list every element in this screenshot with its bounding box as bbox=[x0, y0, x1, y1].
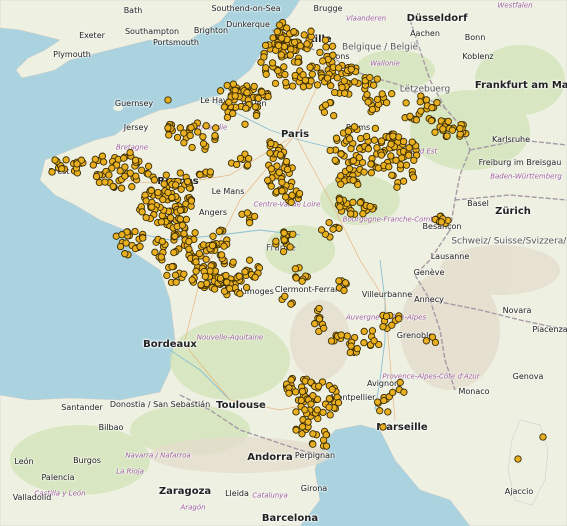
city-label: Zaragoza bbox=[158, 486, 212, 497]
city-label: Villeurbanne bbox=[361, 290, 413, 299]
region-label: Nouvelle-Aquitaine bbox=[196, 333, 264, 342]
city-label: Clermont-Ferrand bbox=[274, 285, 346, 294]
region-label: Baden-Württemberg bbox=[490, 172, 562, 181]
city-label: Reims bbox=[345, 123, 371, 132]
country-label: Schweiz/ Suisse/Svizzera/ Svizra bbox=[451, 236, 567, 247]
city-label: Monaco bbox=[458, 387, 490, 396]
city-label: Mons bbox=[328, 52, 350, 61]
region-label: Bretagne bbox=[115, 143, 149, 152]
city-label: Ajaccio bbox=[504, 487, 534, 496]
country-label: Belgique / België bbox=[341, 42, 419, 53]
city-label: Brighton bbox=[193, 26, 229, 35]
city-label: Andorra bbox=[247, 452, 293, 463]
city-label: Grenoble bbox=[396, 331, 434, 340]
city-label: Bonn bbox=[464, 33, 486, 42]
city-label: Paris bbox=[280, 129, 310, 140]
region-label: Centre-Val de Loire bbox=[253, 200, 321, 209]
city-label: Palencia bbox=[41, 473, 75, 482]
city-label: Portsmouth bbox=[153, 38, 199, 47]
city-label: Rouen bbox=[241, 99, 267, 108]
city-label: Southampton bbox=[124, 27, 180, 36]
city-label: León bbox=[14, 457, 34, 466]
region-label: Grand Est bbox=[402, 147, 438, 156]
city-label: Brest bbox=[48, 167, 70, 176]
city-label: Lille bbox=[308, 34, 332, 45]
region-label: Catalunya bbox=[252, 491, 288, 500]
basemap bbox=[0, 0, 567, 526]
city-label: Le Havre bbox=[200, 96, 236, 105]
city-label: Barcelona bbox=[261, 513, 319, 524]
city-label: Plymouth bbox=[53, 50, 91, 59]
city-label: Aachen bbox=[410, 29, 440, 38]
city-label: Bilbao bbox=[98, 423, 124, 432]
city-label: Genève bbox=[413, 268, 445, 277]
city-label: Perpignan bbox=[294, 451, 336, 460]
region-label: Westfalen bbox=[497, 1, 533, 10]
city-label: Piacenza bbox=[532, 325, 567, 334]
city-label: Zürich bbox=[495, 206, 531, 217]
city-label: Koblenz bbox=[462, 52, 494, 61]
city-label: Exeter bbox=[79, 31, 105, 40]
city-label: Jersey bbox=[123, 123, 149, 132]
city-label: Burgos bbox=[73, 456, 101, 465]
country-label: Lëtzebuerg bbox=[399, 84, 451, 95]
city-label: Bordeaux bbox=[143, 339, 197, 350]
city-label: Angers bbox=[199, 208, 227, 217]
region-label: Aragón bbox=[180, 503, 206, 512]
city-label: Southend-on-Sea bbox=[211, 4, 281, 13]
region-label: Wallonie bbox=[370, 59, 400, 68]
region-label: Normandie bbox=[188, 123, 228, 132]
city-label: Novara bbox=[502, 306, 532, 315]
city-label: Le Mans bbox=[211, 187, 245, 196]
city-label: Dunkerque bbox=[226, 20, 270, 29]
city-label: Freiburg im Breisgau bbox=[478, 158, 562, 167]
city-label: Annecy bbox=[414, 295, 444, 304]
city-label: Düsseldorf bbox=[406, 13, 468, 24]
city-label: Lausanne bbox=[430, 252, 470, 261]
city-label: Lleida bbox=[225, 489, 249, 498]
city-label: Genova bbox=[512, 372, 544, 381]
city-label: Guernsey bbox=[114, 99, 154, 108]
city-label: Rennes bbox=[157, 176, 199, 187]
city-label: Avignon bbox=[366, 379, 400, 388]
region-label: Navarra / Nafarroa bbox=[125, 451, 191, 460]
map-canvas[interactable]: Bath Southend-on-Sea Dunkerque Brugge Vl… bbox=[0, 0, 567, 526]
city-label: Santander bbox=[61, 403, 103, 412]
city-label: Montpellier bbox=[330, 393, 376, 402]
city-label: Girona bbox=[300, 484, 328, 493]
city-label: Bath bbox=[123, 6, 143, 15]
region-label: La Rioja bbox=[116, 467, 144, 476]
city-label: Toulouse bbox=[216, 400, 266, 411]
city-label: Marseille bbox=[376, 422, 428, 433]
city-label: Karlsruhe bbox=[491, 135, 531, 144]
city-label: Frankfurt am Main bbox=[474, 80, 567, 91]
city-label: Besançon bbox=[422, 222, 462, 231]
region-label: Auvergne-Rhône-Alpes bbox=[345, 313, 427, 322]
city-label: Basel bbox=[467, 199, 489, 208]
city-label: Limoges bbox=[240, 287, 274, 296]
city-label: Brugge bbox=[313, 4, 343, 13]
city-label: Donostia / San Sebastián bbox=[109, 400, 211, 409]
city-label: Valladolid bbox=[12, 493, 52, 502]
region-label: Vlaanderen bbox=[345, 14, 387, 23]
country-label: France bbox=[266, 243, 296, 254]
